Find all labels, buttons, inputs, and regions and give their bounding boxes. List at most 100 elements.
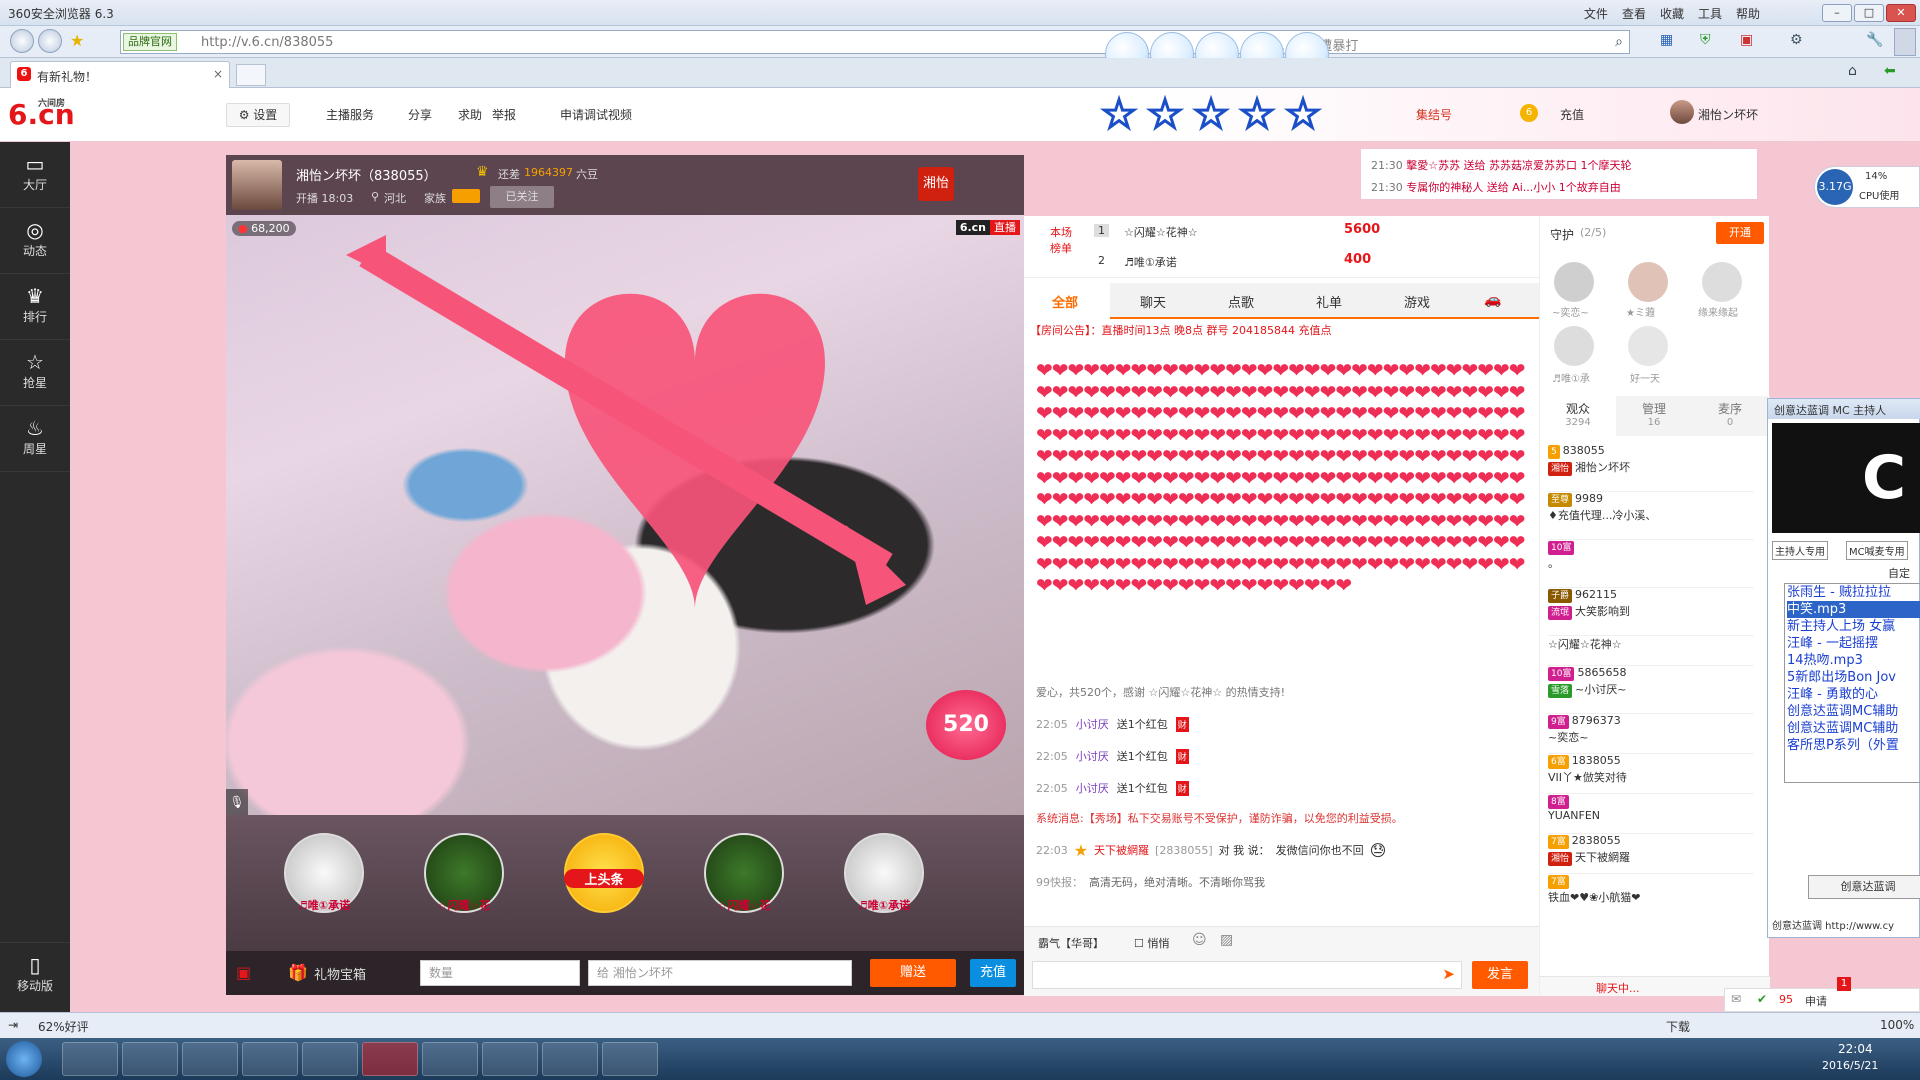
playlist-item[interactable]: 14热吻.mp3 <box>1787 652 1920 669</box>
recharge-button[interactable]: 充值 <box>970 959 1016 987</box>
send-plane-icon[interactable]: ➤ <box>1442 965 1455 983</box>
taskbar-app-folder[interactable] <box>302 1042 358 1076</box>
send-message-button[interactable]: 发言 <box>1472 961 1528 989</box>
chatting-status[interactable]: 聊天中... <box>1596 980 1640 996</box>
taskbar-app-tool[interactable] <box>422 1042 478 1076</box>
taskbar-app-360[interactable] <box>62 1042 118 1076</box>
audience-row[interactable]: 7富 铁血❤♥❀小航猫❤ <box>1548 874 1754 914</box>
playlist-item[interactable]: 张雨生 - 贼拉拉拉 <box>1787 584 1920 601</box>
nav-lobby[interactable]: ▭ 大厅 <box>0 142 70 208</box>
download-label[interactable]: 下载 <box>1666 1018 1690 1035</box>
popup-tab-mc[interactable]: MC喊麦专用 <box>1846 541 1908 560</box>
taskbar-app-qq[interactable] <box>482 1042 538 1076</box>
guard-avatar[interactable] <box>1702 262 1742 302</box>
tab-mic-queue[interactable]: 麦序 0 <box>1692 396 1768 436</box>
tab-all[interactable]: 全部 <box>1052 292 1078 311</box>
tab-games[interactable]: 游戏 <box>1404 292 1430 311</box>
tab-songs[interactable]: 点歌 <box>1228 292 1254 311</box>
cpu-widget[interactable]: 3.17G 14% CPU使用 <box>1814 166 1920 208</box>
playlist-item[interactable]: 汪峰 - 一起摇摆 <box>1787 635 1920 652</box>
nav-debug-video[interactable]: 申请调试视频 <box>560 106 632 123</box>
nav-assemble[interactable]: 集结号 <box>1416 106 1452 123</box>
tools-icon[interactable]: ⚙ <box>1790 32 1803 48</box>
car-icon[interactable]: 🚗 <box>1484 292 1501 308</box>
search-icon[interactable]: ⌕ <box>1615 34 1623 50</box>
tab-admin[interactable]: 管理 16 <box>1616 396 1692 436</box>
url-field[interactable]: 品牌官网 http://v.6.cn/838055 ...老师遭暴打 ⌕ <box>120 30 1630 54</box>
tab-chat[interactable]: 聊天 <box>1140 292 1166 311</box>
quantity-input[interactable]: 数量 <box>420 960 580 986</box>
audience-row[interactable]: 7富 2838055 湘怡 天下被網羅 <box>1548 834 1754 874</box>
playlist-item[interactable]: 创意达蓝调MC辅助 <box>1787 703 1920 720</box>
tab-gift-list[interactable]: 礼单 <box>1316 292 1342 311</box>
rank-name-2[interactable]: ♬唯①承诺 <box>1124 254 1177 270</box>
header-avatar[interactable] <box>1670 100 1694 124</box>
new-tab-button[interactable] <box>236 64 266 86</box>
check-icon[interactable]: ✔ <box>1757 992 1767 1006</box>
chat-user[interactable]: 天下被網羅 <box>1094 842 1149 858</box>
audience-row[interactable]: ☆闪耀☆花神☆ <box>1548 636 1754 666</box>
zoom-level[interactable]: 100% <box>1880 1018 1914 1032</box>
playlist-item[interactable]: 新主持人上场 女赢 <box>1787 618 1920 635</box>
maximize-button[interactable]: □ <box>1854 4 1884 22</box>
taskbar-app-iqiyi[interactable] <box>242 1042 298 1076</box>
chat-target[interactable]: 霸气【华哥】 <box>1038 935 1104 951</box>
wrench-icon[interactable]: 🔧 <box>1866 32 1883 48</box>
nav-recharge[interactable]: 充值 <box>1560 106 1584 123</box>
minimize-button[interactable]: – <box>1822 4 1852 22</box>
tab-6cn[interactable]: 6 有新礼物！ × <box>10 61 230 88</box>
nav-grab-star[interactable]: ☆ 抢星 <box>0 340 70 406</box>
popup-playlist[interactable]: 张雨生 - 贼拉拉拉 中笑.mp3 新主持人上场 女赢 汪峰 - 一起摇摆 14… <box>1784 583 1920 783</box>
home-icon[interactable]: ⌂ <box>1848 63 1857 79</box>
favorite-star-icon[interactable]: ★ <box>70 31 84 50</box>
gift-headline[interactable]: 上头条 <box>564 833 644 913</box>
audience-row[interactable]: 10富 5865658 雪落 ~小讨厌~ <box>1548 666 1754 714</box>
taskbar-app-green[interactable] <box>182 1042 238 1076</box>
nav-mobile[interactable]: ▯ 移动版 <box>0 942 70 1008</box>
playlist-item[interactable]: 创意达蓝调MC辅助 <box>1787 720 1920 737</box>
settings-button[interactable]: ⚙ 设置 <box>226 103 290 127</box>
menu-view[interactable]: 查看 <box>1622 5 1646 22</box>
audience-row[interactable]: 10富。 <box>1548 540 1754 588</box>
menu-tools[interactable]: 工具 <box>1698 5 1722 22</box>
gift-flower-1[interactable]: ☆闪耀☆花 <box>424 833 504 913</box>
pocket-icon[interactable]: ▣ <box>236 963 251 982</box>
quiet-checkbox[interactable]: ☐ 悄悄 <box>1134 935 1169 951</box>
popup-button[interactable]: 创意达蓝调 <box>1808 875 1920 899</box>
nav-report[interactable]: 举报 <box>492 106 516 123</box>
shield-icon[interactable]: ⛨ <box>1700 32 1711 48</box>
guard-avatar[interactable] <box>1554 262 1594 302</box>
guard-avatar[interactable] <box>1628 326 1668 366</box>
playlist-item[interactable]: 汪峰 - 勇敢的心 <box>1787 686 1920 703</box>
forward-button[interactable] <box>38 29 62 53</box>
nav-weekly-star[interactable]: ♨ 周星 <box>0 406 70 472</box>
menu-favorites[interactable]: 收藏 <box>1660 5 1684 22</box>
back-button[interactable] <box>10 29 34 53</box>
menu-help[interactable]: 帮助 <box>1736 5 1760 22</box>
taskbar-app-image[interactable] <box>542 1042 598 1076</box>
start-button[interactable] <box>6 1041 42 1077</box>
audience-row[interactable]: 至尊 9989 ♦充值代理...冷小溪、 <box>1548 492 1754 540</box>
audience-row[interactable]: 8富 YUANFEN <box>1548 794 1754 834</box>
audience-row[interactable]: 9富 8796373 ~奕恋~ <box>1548 714 1754 754</box>
exit-icon[interactable]: ⇥ <box>8 1018 18 1032</box>
gift-flower-2[interactable]: ☆闪耀☆花 <box>704 833 784 913</box>
streamer-avatar[interactable] <box>232 160 282 210</box>
taskbar-app-k[interactable] <box>122 1042 178 1076</box>
gift-promise-2[interactable]: ♬唯①承诺 <box>844 833 924 913</box>
recipient-select[interactable]: 给 湘怡ン坏坏 <box>588 960 852 986</box>
back-arrow-icon[interactable]: ⬅ <box>1884 63 1896 79</box>
nav-ranking[interactable]: ♛ 排行 <box>0 274 70 340</box>
site-logo[interactable]: 六间房 6.cn <box>8 98 75 131</box>
followed-button[interactable]: 已关注 <box>490 186 554 208</box>
playlist-item[interactable]: 中笑.mp3 <box>1787 601 1920 618</box>
nav-anchor-service[interactable]: 主播服务 <box>326 106 374 123</box>
open-guard-button[interactable]: 开通 <box>1716 222 1764 244</box>
playlist-item[interactable]: 5新郎出场Bon Jov <box>1787 669 1920 686</box>
translate-icon[interactable]: ▣ <box>1740 32 1753 48</box>
nav-dynamic[interactable]: ◎ 动态 <box>0 208 70 274</box>
rank-name-1[interactable]: ☆闪耀☆花神☆ <box>1124 224 1198 240</box>
guard-avatar[interactable] <box>1554 326 1594 366</box>
tab-audience[interactable]: 观众 3294 <box>1540 396 1616 436</box>
header-username[interactable]: 湘怡ン坏坏 <box>1698 106 1758 123</box>
